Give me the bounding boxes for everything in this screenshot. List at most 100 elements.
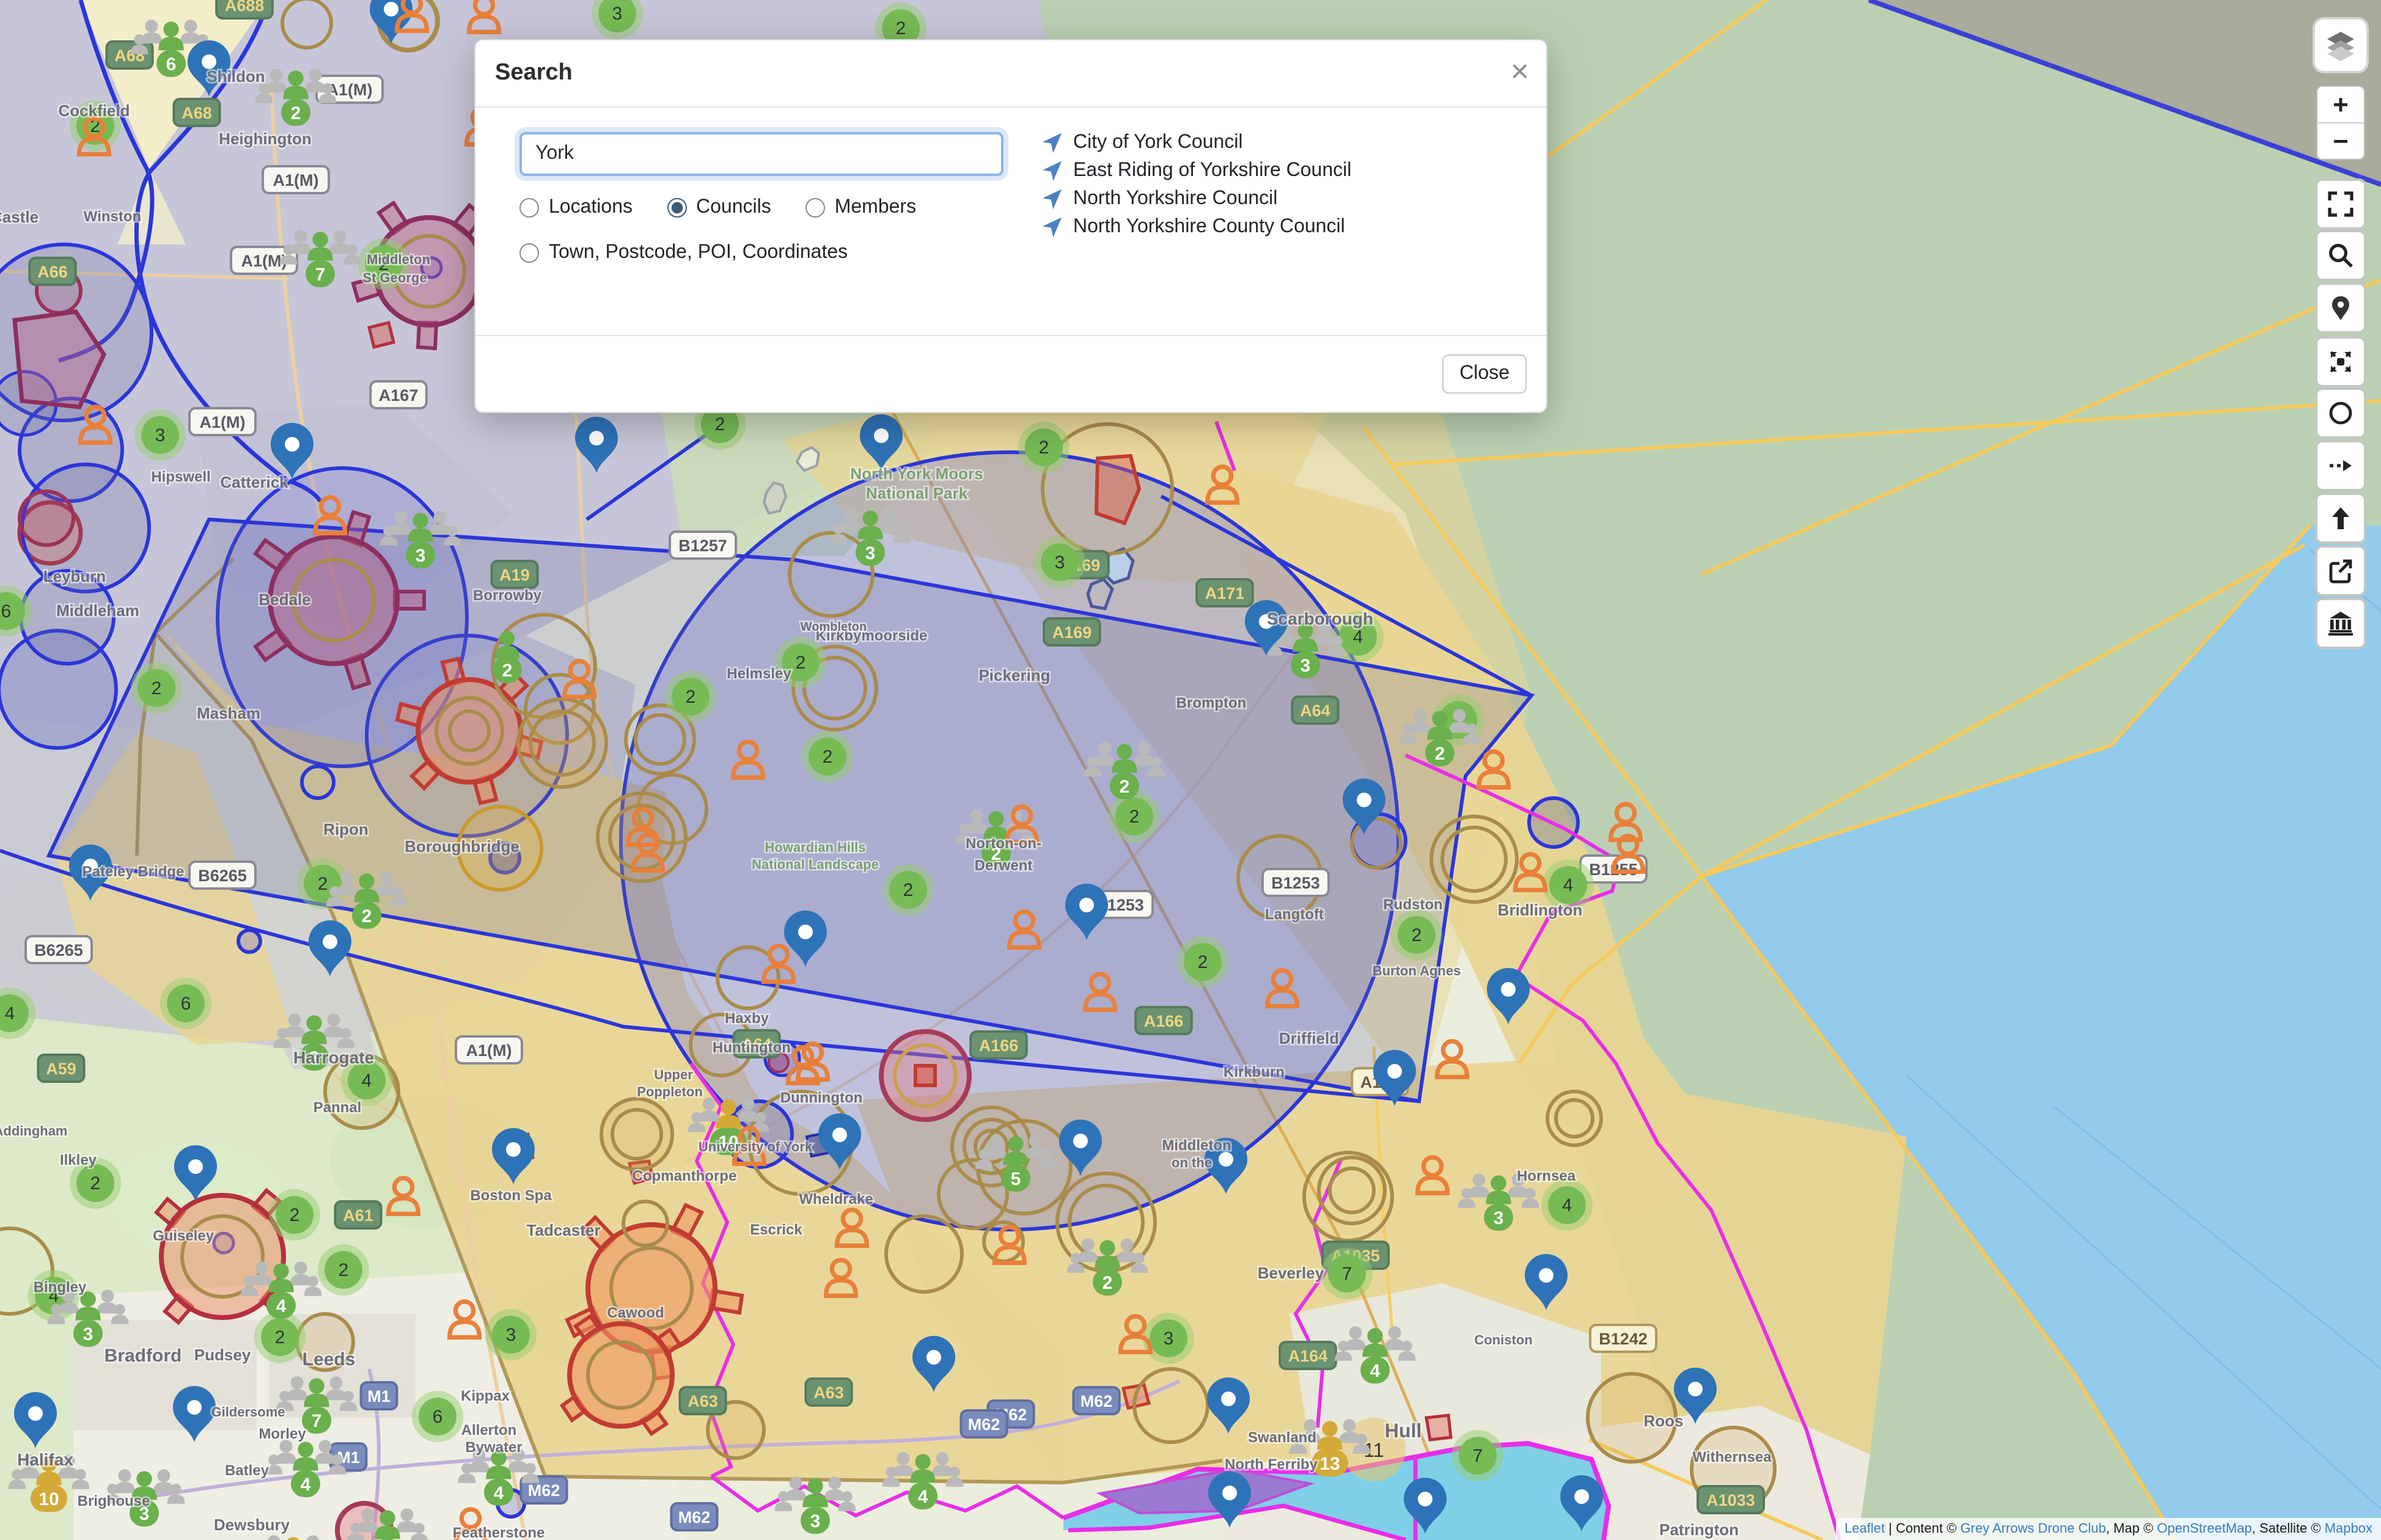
svg-text:7: 7 — [315, 265, 326, 285]
svg-text:A166: A166 — [1144, 1012, 1184, 1030]
svg-text:Poppleton: Poppleton — [637, 1084, 703, 1099]
svg-text:4: 4 — [494, 1483, 504, 1503]
svg-text:A167: A167 — [379, 386, 419, 405]
svg-text:2: 2 — [823, 747, 833, 767]
svg-text:3: 3 — [1494, 1208, 1504, 1228]
svg-text:National Park: National Park — [866, 484, 968, 502]
svg-text:M62: M62 — [528, 1481, 560, 1500]
svg-text:Upper: Upper — [654, 1067, 693, 1082]
svg-text:B6265: B6265 — [198, 867, 247, 885]
svg-text:2: 2 — [1435, 744, 1445, 764]
svg-text:3: 3 — [810, 1511, 821, 1531]
svg-text:North Ferriby: North Ferriby — [1225, 1456, 1318, 1473]
svg-text:M1: M1 — [367, 1387, 391, 1406]
svg-text:Masham: Masham — [197, 704, 260, 722]
svg-text:B1253: B1253 — [1271, 874, 1320, 892]
svg-text:Escrick: Escrick — [750, 1222, 802, 1238]
svg-text:3: 3 — [1164, 1329, 1174, 1349]
svg-text:St George: St George — [362, 270, 427, 285]
svg-text:Pudsey: Pudsey — [194, 1346, 251, 1364]
svg-text:Pannal: Pannal — [314, 1099, 362, 1116]
svg-text:Harrogate: Harrogate — [293, 1048, 374, 1067]
svg-text:7: 7 — [312, 1411, 322, 1431]
svg-text:2: 2 — [90, 1173, 101, 1194]
svg-text:4: 4 — [1353, 627, 1363, 647]
svg-text:B1242: B1242 — [1599, 1330, 1648, 1348]
svg-text:Langtoft: Langtoft — [1265, 906, 1324, 923]
svg-text:Rudston: Rudston — [1383, 897, 1442, 913]
svg-text:4: 4 — [301, 1475, 311, 1495]
svg-text:B6265: B6265 — [34, 941, 83, 959]
svg-text:Brighouse: Brighouse — [78, 1493, 150, 1509]
svg-text:Addingham: Addingham — [0, 1123, 68, 1138]
svg-text:3: 3 — [416, 546, 426, 566]
svg-text:A166: A166 — [979, 1036, 1019, 1055]
svg-text:Brompton: Brompton — [1176, 695, 1247, 711]
svg-text:Shildon: Shildon — [207, 67, 265, 86]
svg-text:M62: M62 — [1080, 1392, 1113, 1410]
svg-text:A64: A64 — [1300, 702, 1330, 720]
svg-text:4: 4 — [276, 1296, 287, 1316]
svg-text:Copmanthorpe: Copmanthorpe — [633, 1168, 737, 1184]
svg-text:A19: A19 — [499, 566, 530, 584]
svg-text:Bedale: Bedale — [259, 590, 310, 609]
svg-text:2: 2 — [275, 1327, 285, 1348]
svg-text:Beverley: Beverley — [1258, 1264, 1324, 1282]
svg-text:M62: M62 — [678, 1508, 711, 1527]
svg-text:Wombleton: Wombleton — [801, 620, 867, 634]
svg-text:Wheldrake: Wheldrake — [799, 1191, 873, 1208]
svg-text:3: 3 — [155, 425, 166, 446]
svg-text:A66: A66 — [37, 263, 68, 281]
svg-text:Guiseley: Guiseley — [153, 1228, 215, 1244]
svg-text:Ripon: Ripon — [323, 820, 369, 838]
svg-text:Pickering: Pickering — [978, 666, 1050, 684]
svg-text:3: 3 — [1055, 552, 1065, 573]
svg-text:Hull: Hull — [1385, 1420, 1422, 1442]
svg-text:Kippax: Kippax — [461, 1388, 510, 1404]
svg-text:2: 2 — [290, 1205, 300, 1225]
svg-text:2: 2 — [896, 18, 906, 38]
svg-text:Driffield: Driffield — [1279, 1029, 1339, 1047]
svg-text:A171: A171 — [1205, 584, 1245, 603]
svg-text:Boroughbridge: Boroughbridge — [405, 837, 519, 856]
svg-text:4: 4 — [1370, 1361, 1381, 1381]
svg-text:A1(M): A1(M) — [200, 413, 246, 431]
svg-text:A63: A63 — [813, 1384, 844, 1402]
svg-text:Scarborough: Scarborough — [1267, 609, 1373, 628]
svg-text:3: 3 — [1301, 656, 1311, 676]
svg-text:3: 3 — [83, 1324, 94, 1344]
svg-text:2: 2 — [1039, 438, 1049, 458]
svg-text:4: 4 — [1562, 1195, 1572, 1216]
svg-text:A61: A61 — [343, 1206, 373, 1225]
svg-text:Winston: Winston — [84, 208, 141, 225]
svg-text:A59: A59 — [46, 1060, 76, 1078]
svg-text:2: 2 — [318, 874, 328, 894]
svg-text:6: 6 — [1, 601, 12, 622]
svg-text:Heighington: Heighington — [219, 130, 312, 148]
svg-text:Cockfield: Cockfield — [58, 101, 130, 120]
svg-text:2: 2 — [152, 678, 162, 698]
svg-text:7: 7 — [1473, 1446, 1483, 1466]
svg-text:Hipswell: Hipswell — [151, 469, 210, 485]
svg-text:A1(M): A1(M) — [273, 171, 319, 189]
svg-text:2: 2 — [291, 103, 301, 123]
svg-text:Dunnington: Dunnington — [780, 1090, 863, 1106]
svg-text:2: 2 — [1102, 1273, 1113, 1293]
svg-text:2: 2 — [502, 661, 513, 681]
svg-text:North York Moors: North York Moors — [850, 464, 983, 483]
svg-text:4: 4 — [918, 1487, 928, 1507]
svg-text:3: 3 — [612, 4, 623, 24]
svg-text:Pateley Bridge: Pateley Bridge — [83, 864, 185, 880]
svg-text:Roos: Roos — [1644, 1412, 1684, 1430]
svg-text:Coniston: Coniston — [1474, 1332, 1532, 1348]
svg-text:Dewsbury: Dewsbury — [214, 1516, 290, 1534]
svg-text:Gildersome: Gildersome — [211, 1404, 285, 1420]
svg-text:2: 2 — [1198, 952, 1208, 972]
svg-text:6: 6 — [166, 54, 177, 75]
svg-text:Kirkburn: Kirkburn — [1224, 1064, 1285, 1080]
svg-text:2: 2 — [339, 1260, 349, 1280]
svg-text:7: 7 — [1342, 1264, 1352, 1284]
svg-text:Howardian Hills: Howardian Hills — [765, 840, 865, 855]
svg-text:Cawood: Cawood — [607, 1305, 664, 1321]
svg-text:Middleton: Middleton — [367, 252, 430, 267]
